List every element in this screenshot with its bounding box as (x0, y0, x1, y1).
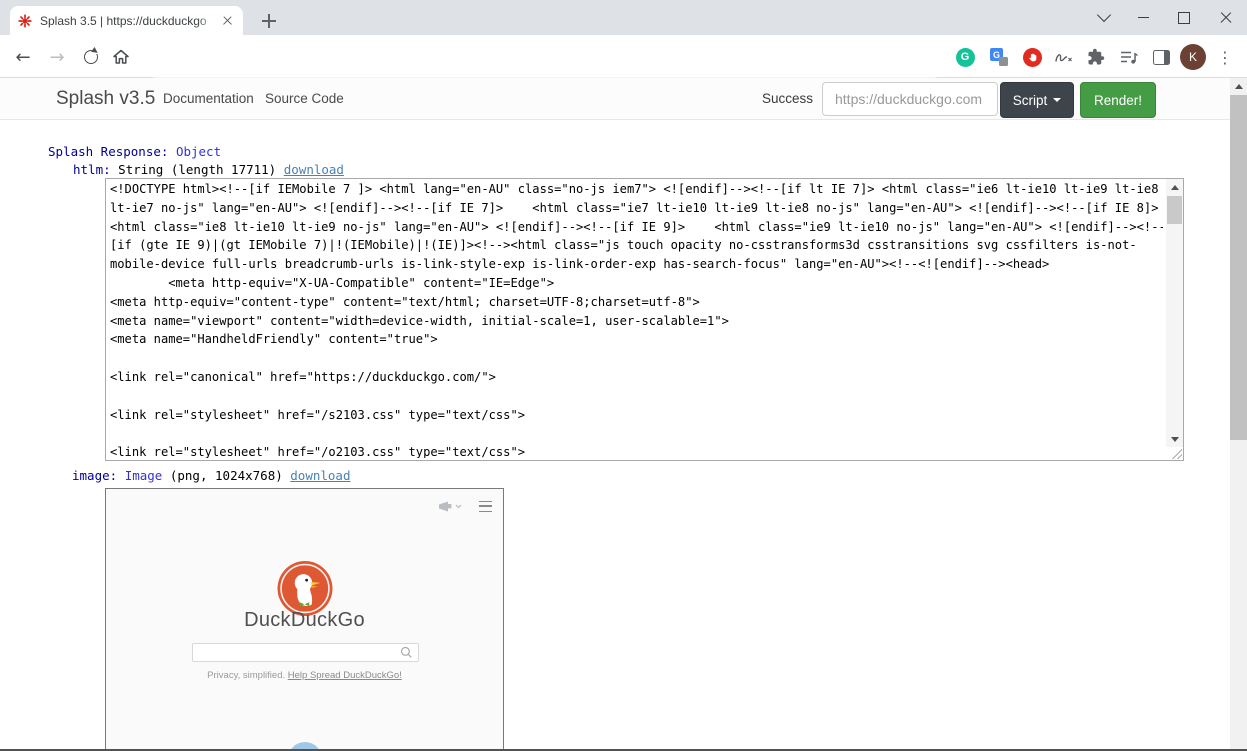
titlebar: Splash 3.5 | https://duckduckgo (0, 0, 1247, 35)
caret-down-icon (1053, 98, 1062, 102)
scroll-up-button[interactable] (1166, 179, 1183, 195)
minimize-button[interactable] (1123, 0, 1163, 35)
image-download-link[interactable]: download (290, 468, 350, 483)
playlist-icon (1121, 51, 1138, 64)
ddg-wordmark: DuckDuckGo (244, 609, 365, 631)
ddg-tagline: Privacy, simplified. Help Spread DuckDuc… (106, 670, 503, 681)
ddg-top-menu (439, 501, 492, 512)
render-url-input[interactable] (822, 82, 998, 116)
image-key: image: (72, 468, 118, 483)
ddg-tagline-text: Privacy, simplified. (207, 670, 288, 681)
ddg-search-box (192, 643, 419, 662)
response-object-line: Splash Response: Object (48, 144, 221, 159)
response-html-line: htlm: String (length 17711) download (73, 162, 344, 177)
translate-tiles: G (990, 48, 1008, 66)
back-arrow-icon: ← (15, 46, 31, 68)
response-object-key: Splash Response: (48, 144, 169, 159)
textarea-scrollbar[interactable] (1166, 179, 1183, 447)
puzzle-icon (1088, 48, 1105, 65)
scroll-down-button[interactable] (1166, 431, 1183, 447)
home-icon (113, 49, 129, 64)
chevron-down-icon (1096, 7, 1112, 23)
home-button[interactable] (107, 43, 135, 71)
page-scrollbar-thumb[interactable] (1230, 95, 1247, 440)
rendered-page-image: DuckDuckGo Privacy, simplified. Help Spr… (105, 488, 504, 751)
html-key: htlm: (73, 162, 111, 177)
script-button-label: Script (1012, 92, 1048, 108)
page-scroll-up-button[interactable] (1230, 78, 1247, 95)
browser-toolbar: ← → i localhost:8050/info?wait=0.5&image… (0, 35, 1247, 106)
response-object-value: Object (175, 144, 222, 159)
triangle-up-icon (1170, 184, 1179, 190)
html-source-textarea[interactable]: <!DOCTYPE html><!--[if IEMobile 7 ]> <ht… (105, 178, 1184, 461)
script-dropdown-button[interactable]: Script (1000, 82, 1074, 118)
maximize-button[interactable] (1164, 0, 1204, 35)
tab-title: Splash 3.5 | https://duckduckgo (40, 13, 219, 28)
new-tab-button[interactable] (257, 9, 281, 33)
splash-favicon-icon (18, 13, 32, 28)
ddg-search-icon (400, 646, 412, 658)
html-download-link[interactable]: download (284, 162, 344, 177)
extensions-puzzle-icon[interactable] (1083, 44, 1109, 70)
hamburger-menu-icon (479, 501, 492, 512)
signature-extension-icon[interactable] (1051, 44, 1077, 70)
splash-navbar: Splash v3.5 Documentation Source Code Su… (0, 78, 1230, 120)
grammarly-g: G (955, 47, 975, 67)
forward-button[interactable]: → (43, 43, 71, 71)
menu-dots-icon: ⋮ (1217, 47, 1233, 67)
html-source-text: <!DOCTYPE html><!--[if IEMobile 7 ]> <ht… (110, 182, 1163, 458)
page-scrollbar[interactable] (1230, 78, 1247, 751)
resize-handle[interactable] (1170, 447, 1182, 459)
response-image-line: image: Image (png, 1024x768) download (72, 468, 351, 483)
side-panel-icon[interactable] (1148, 44, 1174, 70)
nav-documentation-link[interactable]: Documentation (163, 78, 254, 120)
panel-shape (1152, 49, 1170, 65)
reload-button[interactable] (77, 43, 105, 71)
stop-hand-icon (1022, 47, 1042, 67)
triangle-up-icon (1234, 84, 1243, 89)
back-button[interactable]: ← (9, 43, 37, 71)
nav-source-code-link[interactable]: Source Code (265, 78, 344, 120)
megaphone-icon (439, 501, 462, 512)
grammarly-extension-icon[interactable]: G (952, 44, 978, 70)
browser-window: Splash 3.5 | https://duckduckgo ← → i lo… (0, 0, 1247, 751)
triangle-down-icon (1170, 436, 1179, 442)
translate-extension-icon[interactable]: G (986, 44, 1012, 70)
minimize-icon (1137, 16, 1149, 19)
adblock-extension-icon[interactable] (1019, 44, 1045, 70)
close-icon (1219, 11, 1233, 25)
profile-avatar[interactable]: K (1180, 44, 1206, 70)
window-close-button[interactable] (1206, 0, 1246, 35)
ddg-spread-link: Help Spread DuckDuckGo! (287, 670, 402, 681)
reload-icon (84, 48, 99, 64)
browser-menu-button[interactable]: ⋮ (1212, 44, 1238, 70)
splash-brand[interactable]: Splash v3.5 (56, 78, 155, 120)
tab-close-icon[interactable] (219, 13, 235, 29)
render-button[interactable]: Render! (1080, 82, 1156, 118)
browser-tab[interactable]: Splash 3.5 | https://duckduckgo (10, 6, 243, 35)
status-label: Success (762, 91, 814, 106)
maximize-icon (1178, 11, 1190, 24)
textarea-scrollbar-thumb[interactable] (1167, 196, 1182, 224)
image-meta: (png, 1024x768) (169, 468, 283, 483)
queue-extension-icon[interactable] (1116, 44, 1142, 70)
html-type: String (length 17711) (118, 162, 277, 177)
forward-arrow-icon: → (49, 46, 65, 68)
image-type: Image (124, 468, 163, 483)
tab-search-button[interactable] (1085, 0, 1123, 35)
signature-icon (1054, 54, 1072, 62)
